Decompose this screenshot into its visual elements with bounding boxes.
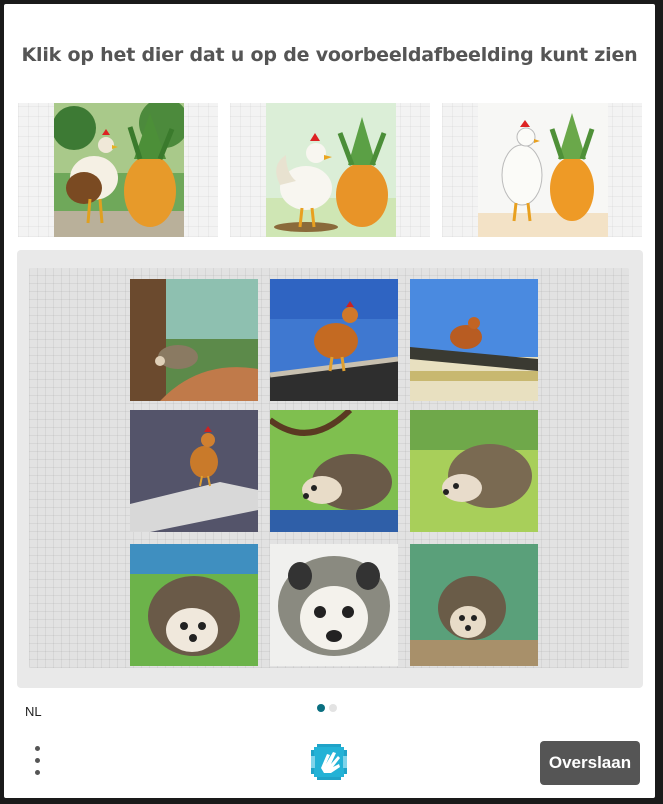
grid-cell-3[interactable]	[410, 279, 538, 401]
grid-cell-8[interactable]	[270, 544, 398, 666]
grid-cell-6[interactable]	[410, 410, 538, 532]
vertical-dots-icon[interactable]	[30, 746, 46, 778]
pagination-dot-2	[329, 704, 337, 712]
menu-dot	[35, 758, 40, 763]
language-selector[interactable]: NL	[25, 704, 42, 719]
hand-logo-icon	[309, 742, 349, 782]
menu-dot	[35, 770, 40, 775]
example-tile-2	[230, 103, 430, 237]
prompt-text: Klik op het dier dat u op de voorbeeldaf…	[21, 44, 638, 66]
example-image-chicken-pineapple-sketch	[478, 103, 608, 237]
captcha-dialog: Klik op het dier dat u op de voorbeeldaf…	[4, 4, 655, 798]
grid-cell-1[interactable]	[130, 279, 258, 401]
pagination-dot-1	[317, 704, 325, 712]
example-image-cartoon-rooster-pineapple	[266, 103, 396, 237]
pagination-dots	[317, 704, 337, 712]
grid-cell-7[interactable]	[130, 544, 258, 666]
menu-dot	[35, 746, 40, 751]
grid-cell-9[interactable]	[410, 544, 538, 666]
example-tile-1	[18, 103, 218, 237]
example-images	[18, 103, 642, 237]
example-image-rooster-pineapple	[54, 103, 184, 237]
grid-cell-5[interactable]	[270, 410, 398, 532]
skip-button[interactable]: Overslaan	[540, 741, 640, 785]
example-tile-3	[442, 103, 642, 237]
image-grid-panel	[17, 250, 643, 688]
grid-cell-4[interactable]	[130, 410, 258, 532]
grid-cell-2[interactable]	[270, 279, 398, 401]
